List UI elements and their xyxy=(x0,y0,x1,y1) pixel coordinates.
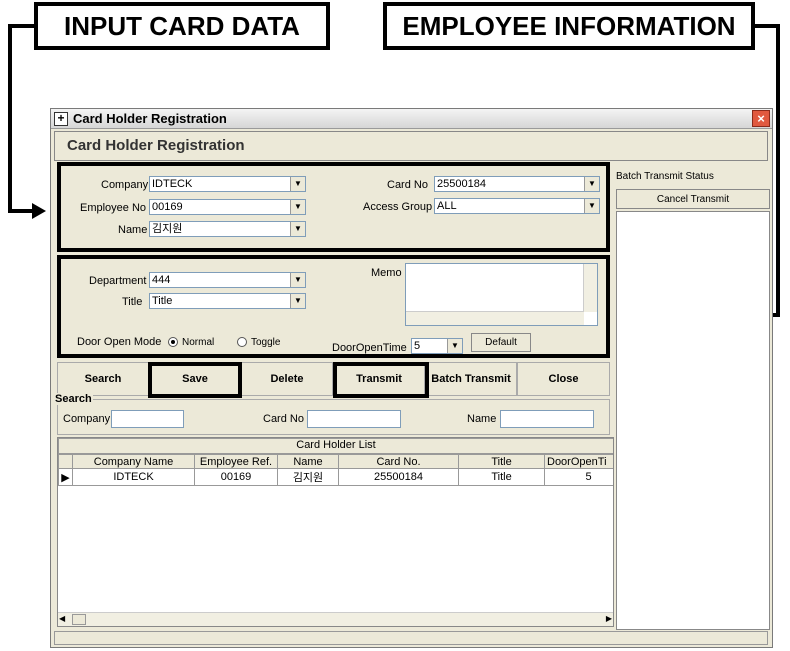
delete-button[interactable]: Delete xyxy=(241,362,333,396)
table-cell: IDTECK xyxy=(72,468,195,486)
row-indicator: ▶ xyxy=(58,468,73,486)
column-header[interactable]: Name xyxy=(277,454,339,469)
batch-transmit-button[interactable]: Batch Transmit xyxy=(425,362,517,396)
column-header[interactable]: Employee Ref. xyxy=(194,454,278,469)
batch-transmit-status-label: Batch Transmit Status xyxy=(616,171,714,182)
input-connector-line xyxy=(8,24,38,213)
window-title: Card Holder Registration xyxy=(73,111,227,126)
card-holder-list-caption-text: Card Holder List xyxy=(296,439,376,451)
scroll-thumb[interactable] xyxy=(72,614,86,625)
search-card-no-input[interactable] xyxy=(307,410,401,428)
save-highlight xyxy=(148,362,242,398)
table-cell: Title xyxy=(458,468,545,486)
table-cell: 25500184 xyxy=(338,468,459,486)
search-company-input[interactable] xyxy=(111,410,184,428)
scroll-left-icon[interactable]: ◀ xyxy=(59,614,65,623)
table-row[interactable]: ▶ IDTECK 00169 김지원 25500184 Title 5 xyxy=(58,468,613,486)
search-name-label: Name xyxy=(467,413,497,425)
close-icon: × xyxy=(757,111,765,126)
card-holder-table: Company Name Employee Ref. Name Card No.… xyxy=(58,454,613,486)
column-header[interactable]: Title xyxy=(458,454,545,469)
table-cell: 5 xyxy=(544,468,613,486)
cancel-transmit-button[interactable]: Cancel Transmit xyxy=(616,189,770,209)
card-holder-registration-window: + Card Holder Registration × Card Holder… xyxy=(50,108,773,648)
table-cell: 00169 xyxy=(194,468,278,486)
search-legend: Search xyxy=(54,393,93,405)
input-card-data-highlight xyxy=(57,162,610,252)
search-card-no-label: Card No xyxy=(263,413,304,425)
cancel-transmit-label: Cancel Transmit xyxy=(656,193,730,205)
app-icon: + xyxy=(54,112,68,126)
transmit-highlight xyxy=(333,362,429,398)
delete-button-label: Delete xyxy=(270,373,304,385)
column-header[interactable]: DoorOpenTi xyxy=(544,454,613,469)
search-button[interactable]: Search xyxy=(57,362,149,396)
row-indicator-header xyxy=(58,454,73,469)
employee-information-highlight xyxy=(57,255,610,358)
screenshot-stage: INPUT CARD DATA EMPLOYEE INFORMATION + C… xyxy=(0,0,790,651)
close-button-label: Close xyxy=(548,373,579,385)
list-horizontal-scrollbar[interactable]: ◀ ▶ xyxy=(58,612,613,626)
column-header[interactable]: Card No. xyxy=(338,454,459,469)
table-header-row: Company Name Employee Ref. Name Card No.… xyxy=(58,454,613,469)
search-button-label: Search xyxy=(84,373,122,385)
column-header[interactable]: Company Name xyxy=(72,454,195,469)
batch-transmit-button-label: Batch Transmit xyxy=(431,373,511,385)
table-cell: 김지원 xyxy=(277,468,339,486)
batch-status-panel xyxy=(616,211,770,630)
card-holder-list: Card Holder List Company Name Employee R… xyxy=(57,437,614,627)
window-close-button[interactable]: × xyxy=(752,110,770,127)
page-header: Card Holder Registration xyxy=(54,131,768,161)
search-company-label: Company xyxy=(63,413,111,425)
search-name-input[interactable] xyxy=(500,410,594,428)
scroll-right-icon[interactable]: ▶ xyxy=(606,614,612,623)
close-button[interactable]: Close xyxy=(517,362,610,396)
card-holder-list-caption: Card Holder List xyxy=(58,438,613,454)
window-titlebar: + Card Holder Registration × xyxy=(51,109,772,129)
input-arrow-head xyxy=(32,203,46,219)
page-title: Card Holder Registration xyxy=(67,137,245,154)
status-bar xyxy=(54,631,768,645)
